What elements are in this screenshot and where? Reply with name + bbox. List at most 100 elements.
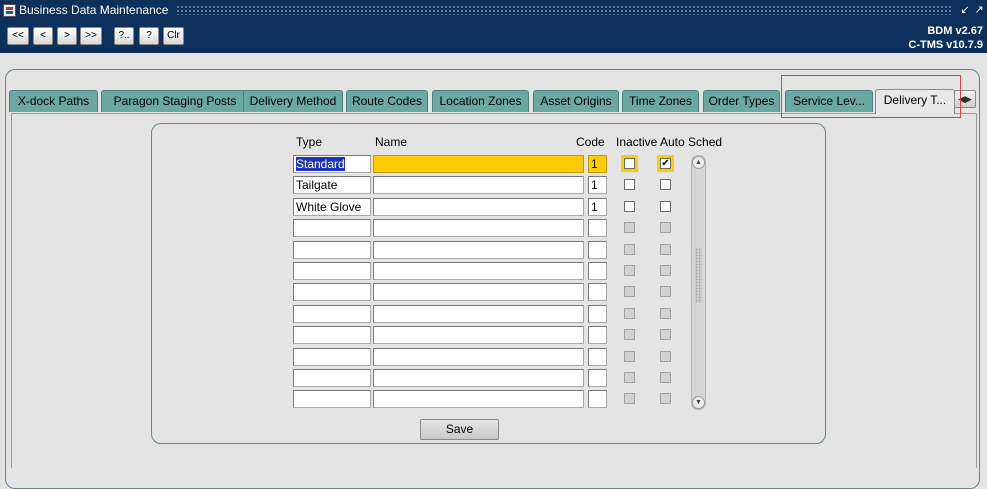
type-field[interactable]: White Glove: [293, 198, 371, 216]
window-title: Business Data Maintenance: [19, 3, 169, 17]
inactive-checkbox[interactable]: [624, 372, 635, 383]
inactive-checkbox[interactable]: [624, 351, 635, 362]
name-field[interactable]: [373, 219, 584, 237]
code-field[interactable]: [588, 326, 607, 344]
type-field[interactable]: [293, 348, 371, 366]
name-field[interactable]: [373, 305, 584, 323]
tab-time-zones[interactable]: Time Zones: [622, 90, 699, 112]
code-field[interactable]: [588, 369, 607, 387]
column-header-auto-sched: Auto Sched: [660, 135, 723, 149]
vertical-scrollbar[interactable]: ▲ ▼: [691, 155, 706, 410]
ctms-version: C-TMS v10.7.9: [908, 39, 983, 51]
save-button[interactable]: Save: [420, 419, 499, 440]
column-header-type: Type: [296, 135, 323, 149]
auto-sched-checkbox[interactable]: [660, 201, 671, 212]
toolbar: << < > >> ?.. ? Clr BDM v2.67 C-TMS v10.…: [0, 20, 987, 53]
type-field[interactable]: [293, 262, 371, 280]
tab-paragon-staging-posts[interactable]: Paragon Staging Posts: [101, 90, 249, 112]
auto-sched-checkbox[interactable]: [660, 286, 671, 297]
inactive-checkbox[interactable]: [624, 201, 635, 212]
auto-sched-checkbox[interactable]: [660, 179, 671, 190]
name-field[interactable]: [373, 390, 584, 408]
window-title-bar: Business Data Maintenance ↙ ↗: [0, 0, 987, 20]
auto-sched-checkbox[interactable]: [660, 222, 671, 233]
inactive-checkbox[interactable]: [624, 329, 635, 340]
clear-button[interactable]: Clr: [163, 27, 184, 45]
maximize-icon[interactable]: ↗: [973, 4, 985, 16]
auto-sched-checkbox[interactable]: [660, 265, 671, 276]
code-field[interactable]: [588, 305, 607, 323]
name-field[interactable]: [373, 283, 584, 301]
inactive-checkbox[interactable]: [624, 286, 635, 297]
tab-x-dock-paths[interactable]: X-dock Paths: [9, 90, 98, 112]
code-field[interactable]: 1: [588, 176, 607, 194]
scroll-down-icon[interactable]: ▼: [692, 396, 705, 409]
type-field[interactable]: Tailgate: [293, 176, 371, 194]
name-field[interactable]: [373, 326, 584, 344]
name-field[interactable]: [373, 348, 584, 366]
type-value: White Glove: [296, 200, 362, 214]
auto-sched-checkbox[interactable]: [660, 351, 671, 362]
name-field[interactable]: [373, 262, 584, 280]
next-record-button[interactable]: >: [57, 27, 77, 45]
name-field[interactable]: [373, 198, 584, 216]
inactive-checkbox[interactable]: [624, 222, 635, 233]
code-field[interactable]: [588, 241, 607, 259]
inactive-checkbox[interactable]: [624, 393, 635, 404]
type-field[interactable]: [293, 241, 371, 259]
code-field[interactable]: 1: [588, 198, 607, 216]
code-field[interactable]: [588, 262, 607, 280]
tab-order-types[interactable]: Order Types: [703, 90, 780, 112]
auto-sched-checkbox[interactable]: ✔: [660, 158, 671, 169]
auto-sched-checkbox[interactable]: [660, 329, 671, 340]
code-field[interactable]: [588, 390, 607, 408]
auto-sched-checkbox[interactable]: [660, 308, 671, 319]
code-field[interactable]: [588, 283, 607, 301]
code-field[interactable]: 1: [588, 155, 607, 173]
tab-delivery-types[interactable]: Delivery T...: [875, 89, 955, 114]
name-field[interactable]: [373, 369, 584, 387]
inactive-checkbox[interactable]: [624, 308, 635, 319]
inactive-checkbox[interactable]: [624, 265, 635, 276]
help-button[interactable]: ?: [139, 27, 159, 45]
auto-sched-checkbox[interactable]: [660, 372, 671, 383]
auto-sched-checkbox[interactable]: [660, 244, 671, 255]
type-field[interactable]: [293, 219, 371, 237]
first-record-button[interactable]: <<: [7, 27, 29, 45]
auto-sched-checkbox[interactable]: [660, 393, 671, 404]
tab-delivery-method[interactable]: Delivery Method: [243, 90, 343, 112]
title-bar-grip[interactable]: [176, 5, 951, 15]
name-field[interactable]: [373, 241, 584, 259]
type-field[interactable]: [293, 283, 371, 301]
type-field[interactable]: Standard: [293, 155, 371, 173]
query-button[interactable]: ?..: [114, 27, 134, 45]
type-field[interactable]: [293, 369, 371, 387]
column-header-inactive: Inactive: [616, 135, 658, 149]
inactive-checkbox[interactable]: [624, 158, 635, 169]
previous-record-button[interactable]: <: [33, 27, 53, 45]
minimize-icon[interactable]: ↙: [959, 4, 971, 16]
scroll-grip[interactable]: [695, 248, 702, 303]
name-field[interactable]: [373, 176, 584, 194]
last-record-button[interactable]: >>: [80, 27, 102, 45]
code-field[interactable]: [588, 219, 607, 237]
type-value: Tailgate: [296, 178, 338, 192]
type-field[interactable]: [293, 305, 371, 323]
type-field[interactable]: [293, 390, 371, 408]
inactive-checkbox[interactable]: [624, 179, 635, 190]
tab-scroll-arrows-icon[interactable]: ◀▶: [954, 90, 976, 108]
version-info: BDM v2.67 C-TMS v10.7.9: [908, 24, 983, 52]
column-header-name: Name: [375, 135, 408, 149]
tab-asset-origins[interactable]: Asset Origins: [533, 90, 619, 112]
app-icon: [3, 3, 16, 17]
column-header-code: Code: [576, 135, 605, 149]
tab-route-codes[interactable]: Route Codes: [346, 90, 428, 112]
name-field[interactable]: [373, 155, 584, 173]
scroll-up-icon[interactable]: ▲: [692, 156, 705, 169]
type-field[interactable]: [293, 326, 371, 344]
tab-location-zones[interactable]: Location Zones: [432, 90, 529, 112]
inactive-checkbox[interactable]: [624, 244, 635, 255]
bdm-version: BDM v2.67: [927, 25, 983, 37]
tab-service-levels[interactable]: Service Lev...: [785, 90, 873, 112]
code-field[interactable]: [588, 348, 607, 366]
